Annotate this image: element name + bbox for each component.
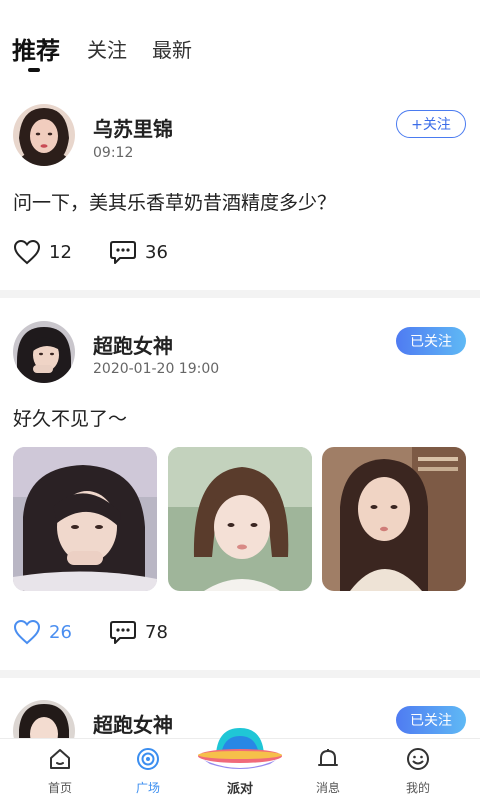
post-divider	[0, 290, 480, 298]
bell-icon	[318, 749, 338, 766]
post-actions: 26 78	[13, 618, 313, 646]
nav-label: 我的	[405, 781, 430, 795]
heart-icon	[13, 619, 41, 645]
comment-button[interactable]: 36	[109, 238, 168, 266]
post-image[interactable]	[13, 447, 157, 591]
nav-square[interactable]: 广场	[108, 739, 188, 801]
comment-count: 36	[145, 241, 168, 263]
comment-icon	[110, 241, 136, 264]
active-tab-indicator	[28, 68, 40, 72]
post-time: 2020-01-20 19:00	[93, 361, 220, 377]
author-name[interactable]: 乌苏里锦	[93, 113, 173, 142]
post-text: 问一下，美其乐香草奶昔酒精度多少？	[13, 192, 337, 214]
follow-button-label: +关注	[411, 117, 451, 133]
comment-icon	[110, 621, 136, 644]
post-time: 09:12	[93, 145, 134, 161]
tab-latest[interactable]: 最新	[152, 34, 192, 63]
comment-button[interactable]: 78	[109, 618, 168, 646]
tab-following[interactable]: 关注	[87, 34, 127, 63]
follow-button[interactable]: +关注	[396, 110, 466, 138]
home-icon	[50, 749, 70, 769]
like-button[interactable]: 26	[13, 618, 72, 646]
nav-label: 广场	[135, 781, 160, 795]
like-count: 26	[49, 621, 72, 643]
post-divider	[0, 670, 480, 678]
avatar[interactable]	[13, 104, 75, 166]
nav-label: 消息	[315, 781, 340, 795]
nav-label: 派对	[226, 782, 253, 797]
post-image-grid	[0, 447, 480, 591]
post-image[interactable]	[168, 447, 312, 591]
party-icon	[198, 728, 282, 769]
nav-profile[interactable]: 我的	[378, 739, 458, 801]
nav-label: 首页	[47, 781, 72, 795]
post-actions: 12 36	[13, 238, 313, 266]
tab-recommend[interactable]: 推荐	[12, 31, 60, 66]
post-image[interactable]	[322, 447, 466, 591]
nav-messages[interactable]: 消息	[288, 739, 368, 801]
heart-icon	[13, 239, 41, 265]
smile-icon	[407, 748, 429, 770]
followed-button[interactable]: 已关注	[396, 706, 466, 734]
nav-home[interactable]: 首页	[20, 739, 100, 801]
followed-button[interactable]: 已关注	[396, 327, 466, 355]
top-tab-bar: 推荐 关注 最新	[0, 0, 480, 88]
follow-button-label: 已关注	[410, 334, 452, 350]
avatar[interactable]	[13, 321, 75, 383]
author-name[interactable]: 超跑女神	[93, 330, 173, 359]
comment-count: 78	[145, 621, 168, 643]
nav-party[interactable]: 派对	[194, 720, 286, 800]
square-icon	[137, 748, 159, 770]
follow-button-label: 已关注	[410, 713, 452, 729]
like-count: 12	[49, 241, 72, 263]
author-name[interactable]: 超跑女神	[93, 709, 173, 738]
post-text: 好久不见了～	[13, 408, 128, 430]
like-button[interactable]: 12	[13, 238, 72, 266]
